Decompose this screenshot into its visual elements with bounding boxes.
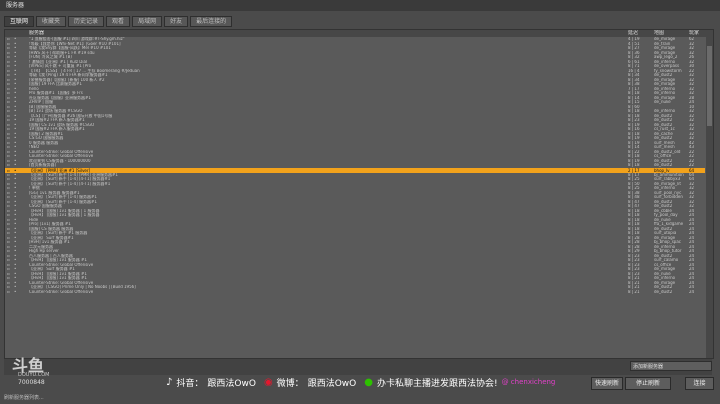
tab-history[interactable]: 历史记录 xyxy=(68,16,105,27)
server-rows: ▫ • "1 血腥狙击-[国服 #1] 四川 游戏群:#T-Shy.gm.hiz" 4… xyxy=(5,37,705,294)
douyin-label: 抖音： xyxy=(176,378,204,389)
column-header-name[interactable]: 服务器 xyxy=(29,30,44,37)
douyu-watermark-logo: 斗鱼 DOUYU.COM 7000848 xyxy=(2,348,58,390)
weibo-icon: ◉ xyxy=(263,376,273,388)
row-status-icon: • xyxy=(14,289,17,294)
column-header-map[interactable]: 地图 xyxy=(654,30,664,37)
column-header-ping[interactable]: 延迟 xyxy=(628,30,638,37)
scrollbar-thumb[interactable] xyxy=(707,46,712,126)
tab-last-connected[interactable]: 最后连接的 xyxy=(190,16,233,27)
weibo-label: 微博： xyxy=(276,378,304,389)
filter-tabs: 互联网 收藏夹 历史记录 观看 局域网 好友 最后连接的 xyxy=(4,16,233,27)
chat-text: 办卡私聊主播进发跟西法协会! xyxy=(376,378,498,389)
douyin-icon: ♪ xyxy=(166,376,173,388)
weibo-name: 跟西法OwO xyxy=(307,378,357,389)
quick-refresh-button[interactable]: 快速刷新 xyxy=(591,377,623,390)
tab-favorites[interactable]: 收藏夹 xyxy=(36,16,67,27)
douyin-name: 跟西法OwO xyxy=(207,378,256,389)
add-server-input[interactable]: 添加新服务器 xyxy=(630,361,712,371)
tab-friends[interactable]: 好友 xyxy=(164,16,189,27)
douyu-room-id: 7000848 xyxy=(18,379,45,386)
row-lock-icon: ▫ xyxy=(7,289,10,294)
stop-refresh-button[interactable]: 停止刷新 xyxy=(625,377,671,390)
server-row[interactable]: ▫ • Counter-Strike: Global Offensive 8 | 21… xyxy=(5,290,705,295)
server-browser-window: 服务器 互联网 收藏夹 历史记录 观看 局域网 好友 最后连接的 服务器 延迟 … xyxy=(0,0,720,404)
streamer-overlay: ♪ 抖音： 跟西法OwO ◉ 微博： 跟西法OwO ● 办卡私聊主播进发跟西法协… xyxy=(166,374,555,390)
server-list-header: 服务器 延迟 地图 玩家 xyxy=(5,30,713,37)
server-list: 服务器 延迟 地图 玩家 ▫ • "1 血腥狙击-[国服 #1] 四川 游戏群:#T… xyxy=(4,29,714,359)
server-name: Counter-Strike: Global Offensive xyxy=(29,289,94,294)
server-map: de_dust2 xyxy=(654,289,673,294)
tab-lan[interactable]: 局域网 xyxy=(132,16,163,27)
status-text: 刷新服务器列表... xyxy=(4,395,44,401)
server-ping: 8 | 21 xyxy=(628,289,640,294)
window-title: 服务器 xyxy=(0,0,720,11)
connect-button[interactable]: 连接 xyxy=(685,377,714,390)
tab-spectate[interactable]: 观看 xyxy=(106,16,131,27)
douyu-site-text: DOUYU.COM xyxy=(18,372,50,378)
scrollbar[interactable] xyxy=(706,37,713,358)
details-panel xyxy=(4,359,712,375)
chat-handle: @ chenxicheng xyxy=(501,378,556,386)
server-players: 24 xyxy=(689,289,695,294)
column-header-players[interactable]: 玩家 xyxy=(689,30,699,37)
wechat-icon: ● xyxy=(364,376,373,388)
tab-internet[interactable]: 互联网 xyxy=(4,16,35,27)
